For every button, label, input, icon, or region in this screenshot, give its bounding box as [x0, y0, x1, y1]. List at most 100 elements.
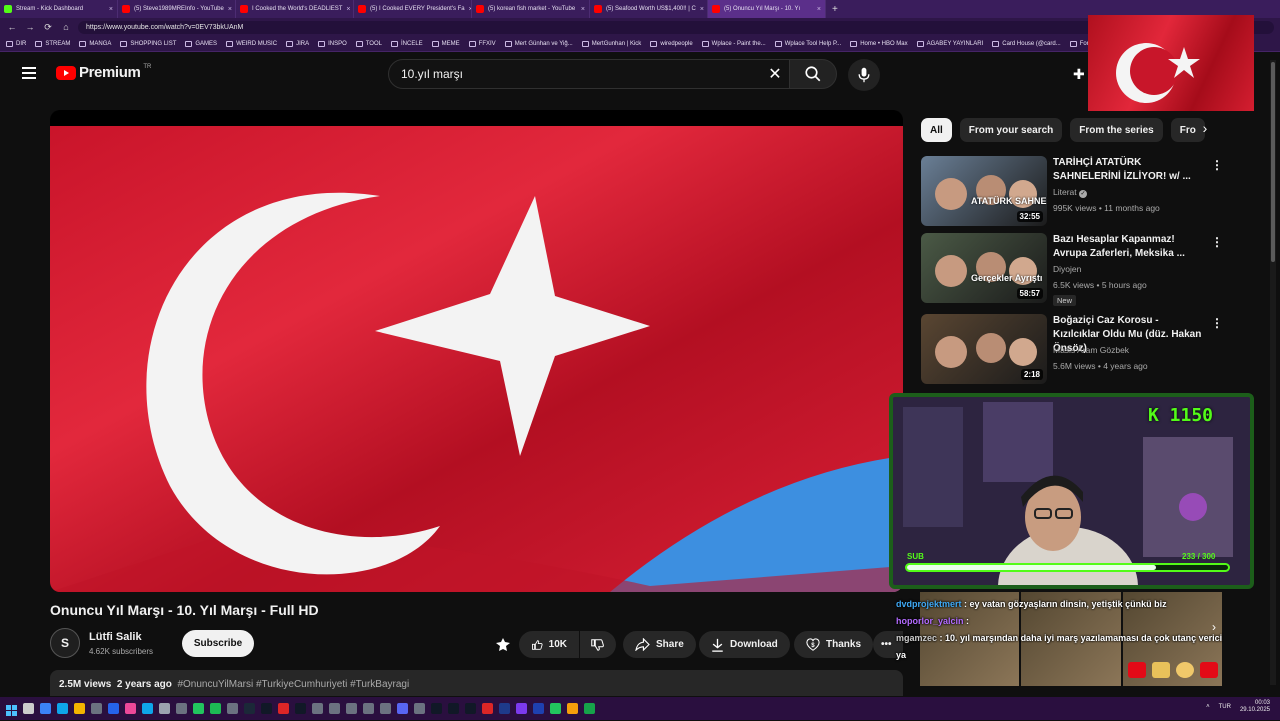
bookmark-item[interactable]: INSPO: [318, 40, 347, 47]
edge-icon[interactable]: [142, 703, 153, 714]
browser-tab[interactable]: (5) I Cooked EVERY President's Fa×: [354, 0, 472, 18]
app-icon[interactable]: [380, 703, 391, 714]
subscribe-button[interactable]: Subscribe: [182, 630, 254, 657]
clock[interactable]: 00:03 29.10.2025: [1240, 700, 1270, 714]
hamburger-menu-icon[interactable]: [22, 67, 36, 79]
recommended-channel-name[interactable]: Diyojen: [1053, 264, 1081, 274]
app-icon[interactable]: [278, 703, 289, 714]
app-icon[interactable]: [567, 703, 578, 714]
widgets-icon[interactable]: [57, 703, 68, 714]
recommended-video[interactable]: Gerçekler Ayrıştı 58:57 Bazı Hesaplar Kapa…: [921, 233, 1231, 306]
bookmark-item[interactable]: AGABEY YAYINLARI: [916, 40, 983, 47]
browser-tab[interactable]: (5) Onuncu Yıl Marşı - 10. Yı ×: [708, 0, 826, 18]
bookmark-item[interactable]: MertGunhan | Kick: [581, 40, 641, 47]
bookmark-item[interactable]: FFXIV: [468, 40, 496, 47]
download-button[interactable]: Download: [699, 631, 790, 658]
share-button[interactable]: Share: [623, 631, 696, 658]
terminal-icon[interactable]: [176, 703, 187, 714]
file-explorer-icon[interactable]: [74, 703, 85, 714]
search-input[interactable]: [389, 67, 761, 81]
xbox-icon[interactable]: [193, 703, 204, 714]
more-vertical-icon[interactable]: ⋮: [1211, 158, 1223, 172]
chevron-right-icon[interactable]: ›: [1212, 620, 1216, 634]
app-icon[interactable]: [363, 703, 374, 714]
bookmark-item[interactable]: Card House (@card...: [992, 40, 1061, 47]
bookmark-item[interactable]: DIR: [6, 40, 26, 47]
search-icon[interactable]: [23, 703, 34, 714]
recommended-video[interactable]: ATATÜRK SAHNE 32:55 TARİHÇİ ATATÜRK SAHNEL…: [921, 156, 1231, 226]
chat-username[interactable]: hoporlor_yalcin: [896, 616, 964, 626]
netflix-icon[interactable]: [482, 703, 493, 714]
bookmark-item[interactable]: Wplace - Paint the...: [701, 40, 766, 47]
scrollbar-thumb[interactable]: [1271, 62, 1275, 262]
chevron-up-icon[interactable]: ˄: [1206, 704, 1210, 710]
youtube-premium-logo[interactable]: Premium TR: [56, 64, 151, 81]
mail-icon[interactable]: [91, 703, 102, 714]
premiere-icon[interactable]: [533, 703, 544, 714]
bookmark-item[interactable]: WEIRD MUSIC: [226, 40, 277, 47]
recommended-video-title[interactable]: TARİHÇİ ATATÜRK SAHNELERİNİ İZLİYOR! w/ …: [1053, 156, 1203, 184]
clear-search-icon[interactable]: ✕: [761, 64, 789, 84]
app-icon[interactable]: [261, 703, 272, 714]
more-vertical-icon[interactable]: ⋮: [1211, 316, 1223, 330]
close-tab-icon[interactable]: ×: [817, 6, 821, 13]
voice-search-button[interactable]: [848, 59, 880, 91]
app-icon[interactable]: [346, 703, 357, 714]
bookmark-item[interactable]: TOOL: [355, 40, 382, 47]
app-icon[interactable]: [448, 703, 459, 714]
hype-icon[interactable]: [495, 637, 511, 658]
close-tab-icon[interactable]: ×: [581, 6, 585, 13]
browser-tab[interactable]: (5) korean fish market - YouTube ×: [472, 0, 590, 18]
video-description-box[interactable]: 2.5M views 2 years ago #OnuncuYilMarsi #…: [50, 670, 903, 696]
browser-tab[interactable]: I Cooked the World's DEADLIEST ×: [236, 0, 354, 18]
bookmark-item[interactable]: MEME: [431, 40, 460, 47]
app-icon[interactable]: [295, 703, 306, 714]
filter-chip[interactable]: From your search: [959, 118, 1063, 142]
video-thumbnail[interactable]: Gerçekler Ayrıştı 58:57: [921, 233, 1047, 303]
spotify-icon[interactable]: [210, 703, 221, 714]
recommended-channel-name[interactable]: Literat ✓: [1053, 187, 1087, 198]
close-tab-icon[interactable]: ×: [109, 6, 113, 13]
app-icon[interactable]: [329, 703, 340, 714]
back-icon[interactable]: ←: [6, 22, 18, 32]
close-tab-icon[interactable]: ×: [346, 6, 350, 13]
bookmark-item[interactable]: Mert Günhan ve Yiğ...: [504, 40, 573, 47]
recommended-video[interactable]: 2:18 Boğaziçi Caz Korosu - Kızılcıklar Ol…: [921, 314, 1231, 384]
home-icon[interactable]: ⌂: [60, 22, 72, 32]
task-view-icon[interactable]: [40, 703, 51, 714]
bookmark-item[interactable]: STREAM: [35, 40, 70, 47]
reload-icon[interactable]: ⟳: [42, 22, 54, 33]
hashtags[interactable]: #OnuncuYilMarsi #TurkiyeCumhuriyeti #Tur…: [177, 679, 409, 690]
dislike-button[interactable]: [580, 631, 616, 658]
search-button[interactable]: [789, 59, 837, 89]
calendar-icon[interactable]: [108, 703, 119, 714]
recommended-video-title[interactable]: Bazı Hesaplar Kapanmaz! Avrupa Zaferleri…: [1053, 233, 1203, 261]
discord-icon[interactable]: [397, 703, 408, 714]
like-button[interactable]: 10K: [519, 631, 579, 658]
video-thumbnail[interactable]: ATATÜRK SAHNE 32:55: [921, 156, 1047, 226]
bookmark-item[interactable]: Wplace Tool Help P...: [774, 40, 841, 47]
thanks-button[interactable]: $ Thanks: [794, 631, 874, 658]
forward-icon[interactable]: →: [24, 22, 36, 32]
chevron-right-icon[interactable]: ›: [1196, 120, 1214, 136]
bookmark-item[interactable]: MANGA: [79, 40, 111, 47]
chat-username[interactable]: mgamzec: [896, 633, 937, 643]
notion-icon[interactable]: [465, 703, 476, 714]
filter-chip[interactable]: All: [921, 118, 952, 142]
app-icon[interactable]: [312, 703, 323, 714]
bookmark-item[interactable]: İNCELE: [390, 40, 423, 47]
bookmark-item[interactable]: GAMES: [185, 40, 217, 47]
video-player[interactable]: [50, 110, 903, 592]
steam-icon[interactable]: [244, 703, 255, 714]
filter-chip[interactable]: From the series: [1070, 118, 1163, 142]
app-icon[interactable]: [584, 703, 595, 714]
channel-name[interactable]: Lütfi Salik: [89, 631, 142, 643]
video-thumbnail[interactable]: 2:18: [921, 314, 1047, 384]
bookmark-item[interactable]: SHOPPING LIST: [120, 40, 176, 47]
app-icon[interactable]: [414, 703, 425, 714]
chat-username[interactable]: dvdprojektmert: [896, 599, 962, 609]
language-indicator[interactable]: TUR: [1219, 704, 1231, 710]
close-tab-icon[interactable]: ×: [228, 6, 232, 13]
app-icon[interactable]: [431, 703, 442, 714]
bookmark-item[interactable]: JIRA: [286, 40, 309, 47]
